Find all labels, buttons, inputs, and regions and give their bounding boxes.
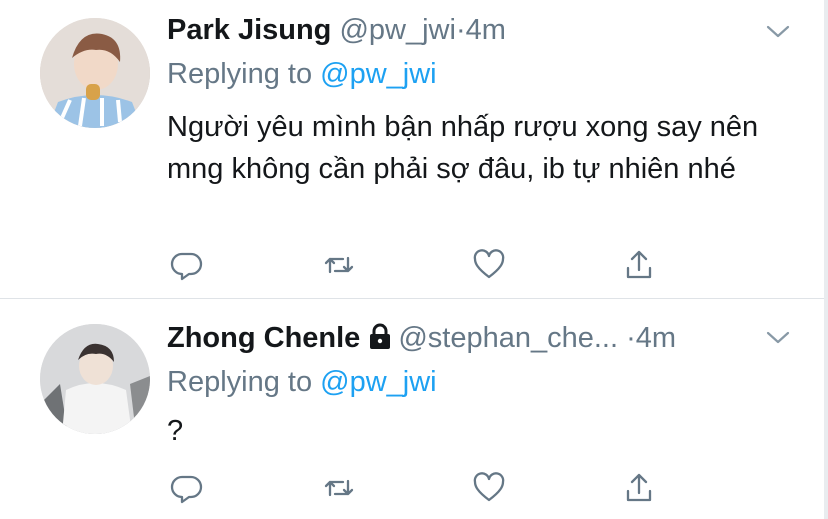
tweet[interactable]: Zhong Chenle @stephan_che... ·4m Replying… xyxy=(0,300,828,519)
separator-dot: · xyxy=(455,14,466,46)
tweet-actions xyxy=(167,468,667,508)
like-icon xyxy=(473,472,505,502)
tweet-text: Người yêu mình bận nhấp rượu xong say nê… xyxy=(167,111,759,185)
lock-icon xyxy=(366,322,394,350)
avatar[interactable] xyxy=(40,18,150,128)
replying-to-label: Replying to xyxy=(167,366,321,398)
tweet-actions xyxy=(167,245,667,285)
tweet-header: Zhong Chenle @stephan_che... ·4m xyxy=(167,322,676,355)
display-name[interactable]: Zhong Chenle xyxy=(167,322,360,354)
share-icon xyxy=(626,473,652,502)
tweet-divider xyxy=(0,298,828,299)
tweet[interactable]: Park Jisung @pw_jwi·4m Replying to @pw_j… xyxy=(0,0,828,300)
share-button[interactable] xyxy=(619,245,659,285)
retweet-icon xyxy=(324,479,354,497)
like-button[interactable] xyxy=(469,468,509,508)
username[interactable]: @stephan_che... xyxy=(398,322,618,354)
retweet-icon xyxy=(324,256,354,274)
like-icon xyxy=(473,249,505,279)
reply-button[interactable] xyxy=(167,468,207,508)
timestamp[interactable]: 4m xyxy=(466,14,506,46)
username[interactable]: @pw_jwi xyxy=(339,14,455,46)
reply-icon xyxy=(170,475,203,504)
display-name[interactable]: Park Jisung xyxy=(167,14,331,46)
scroll-edge xyxy=(824,0,828,519)
separator-dot: · xyxy=(626,322,636,354)
avatar[interactable] xyxy=(40,324,150,434)
tweet-text: ? xyxy=(167,415,184,447)
share-icon xyxy=(626,250,652,279)
chevron-down-icon[interactable] xyxy=(764,328,792,348)
reply-button[interactable] xyxy=(167,245,207,285)
retweet-button[interactable] xyxy=(319,468,359,508)
retweet-button[interactable] xyxy=(319,245,359,285)
replying-to-label: Replying to xyxy=(167,58,321,90)
mention-link[interactable]: @pw_jwi xyxy=(320,58,436,90)
reply-icon xyxy=(170,252,203,281)
replying-to: Replying to @pw_jwi xyxy=(167,58,437,91)
like-button[interactable] xyxy=(469,245,509,285)
tweet-header: Park Jisung @pw_jwi·4m xyxy=(167,14,506,47)
timestamp[interactable]: 4m xyxy=(636,322,676,354)
chevron-down-icon[interactable] xyxy=(764,22,792,42)
share-button[interactable] xyxy=(619,468,659,508)
replying-to: Replying to @pw_jwi xyxy=(167,366,437,399)
mention-link[interactable]: @pw_jwi xyxy=(320,366,436,398)
